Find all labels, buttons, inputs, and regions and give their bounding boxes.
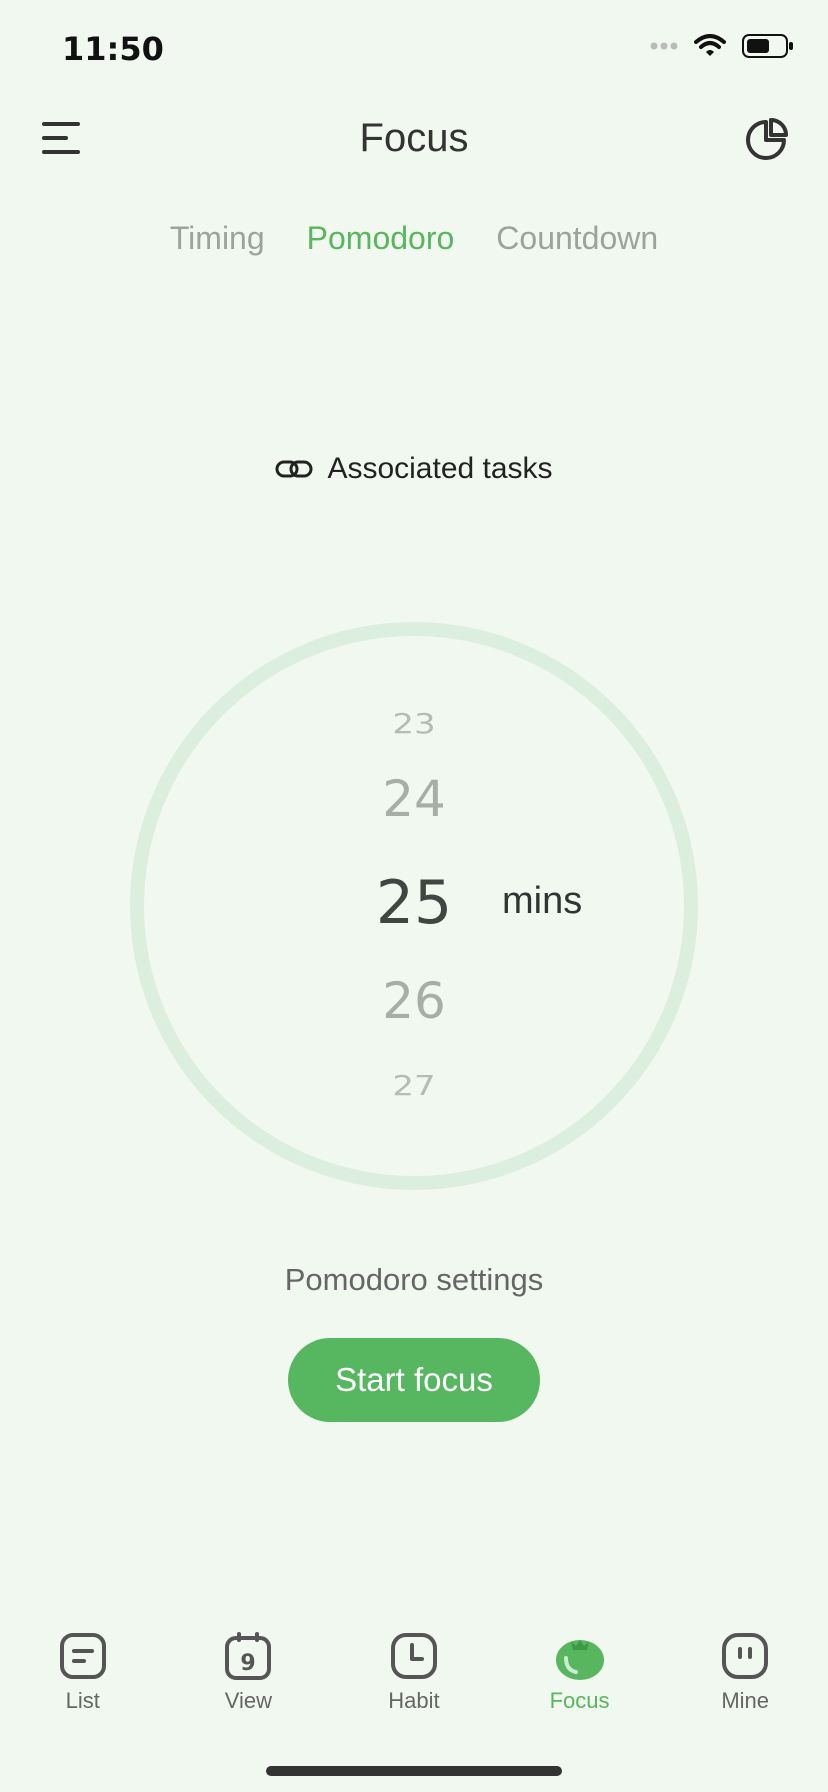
nav-item-view[interactable]: 9 View [166,1630,332,1740]
nav-item-list[interactable]: List [0,1630,166,1740]
picker-item[interactable]: 24 [0,770,828,828]
mode-tabs: Timing Pomodoro Countdown [0,220,828,257]
picker-unit: mins [502,880,583,922]
bottom-nav: List 9 View Habit Focus Mine [0,1630,828,1740]
link-icon [275,460,313,478]
start-focus-button[interactable]: Start focus [288,1338,540,1422]
calendar-icon: 9 [225,1632,272,1680]
battery-icon [742,34,793,58]
nav-item-focus[interactable]: Focus [497,1630,663,1740]
nav-label: View [224,1688,273,1713]
tomato-icon [555,1640,604,1680]
picker-item[interactable]: 26 [0,972,828,1030]
nav-item-habit[interactable]: Habit [331,1630,497,1740]
status-bar: 11:50 [0,0,828,100]
signal-icon [650,42,678,50]
statistics-icon[interactable] [744,118,788,167]
page-title: Focus [359,116,469,160]
picker-item[interactable]: 27 [0,1070,828,1102]
nav-label: List [65,1688,100,1713]
nav-label: Focus [549,1688,610,1713]
face-icon [722,1633,769,1679]
header: Focus [0,100,828,180]
nav-label: Habit [388,1688,440,1713]
nav-item-mine[interactable]: Mine [662,1630,828,1740]
tab-countdown[interactable]: Countdown [496,220,658,257]
tab-timing[interactable]: Timing [170,220,265,257]
clock-icon [390,1633,437,1679]
minute-picker[interactable]: 23 24 25 26 27 [0,680,828,1120]
wifi-icon [694,34,726,56]
associated-tasks-button[interactable]: Associated tasks [0,452,828,486]
associated-tasks-label: Associated tasks [327,452,553,485]
list-icon [59,1633,106,1679]
home-indicator [266,1766,562,1776]
picker-selected-value[interactable]: 25 [0,868,828,938]
status-time: 11:50 [62,30,164,68]
picker-item[interactable]: 23 [0,708,828,740]
nav-label: Mine [721,1688,770,1713]
svg-text:9: 9 [241,1651,256,1676]
pomodoro-settings-link[interactable]: Pomodoro settings [0,1262,828,1298]
status-icons [650,34,794,58]
tab-pomodoro[interactable]: Pomodoro [307,220,455,257]
